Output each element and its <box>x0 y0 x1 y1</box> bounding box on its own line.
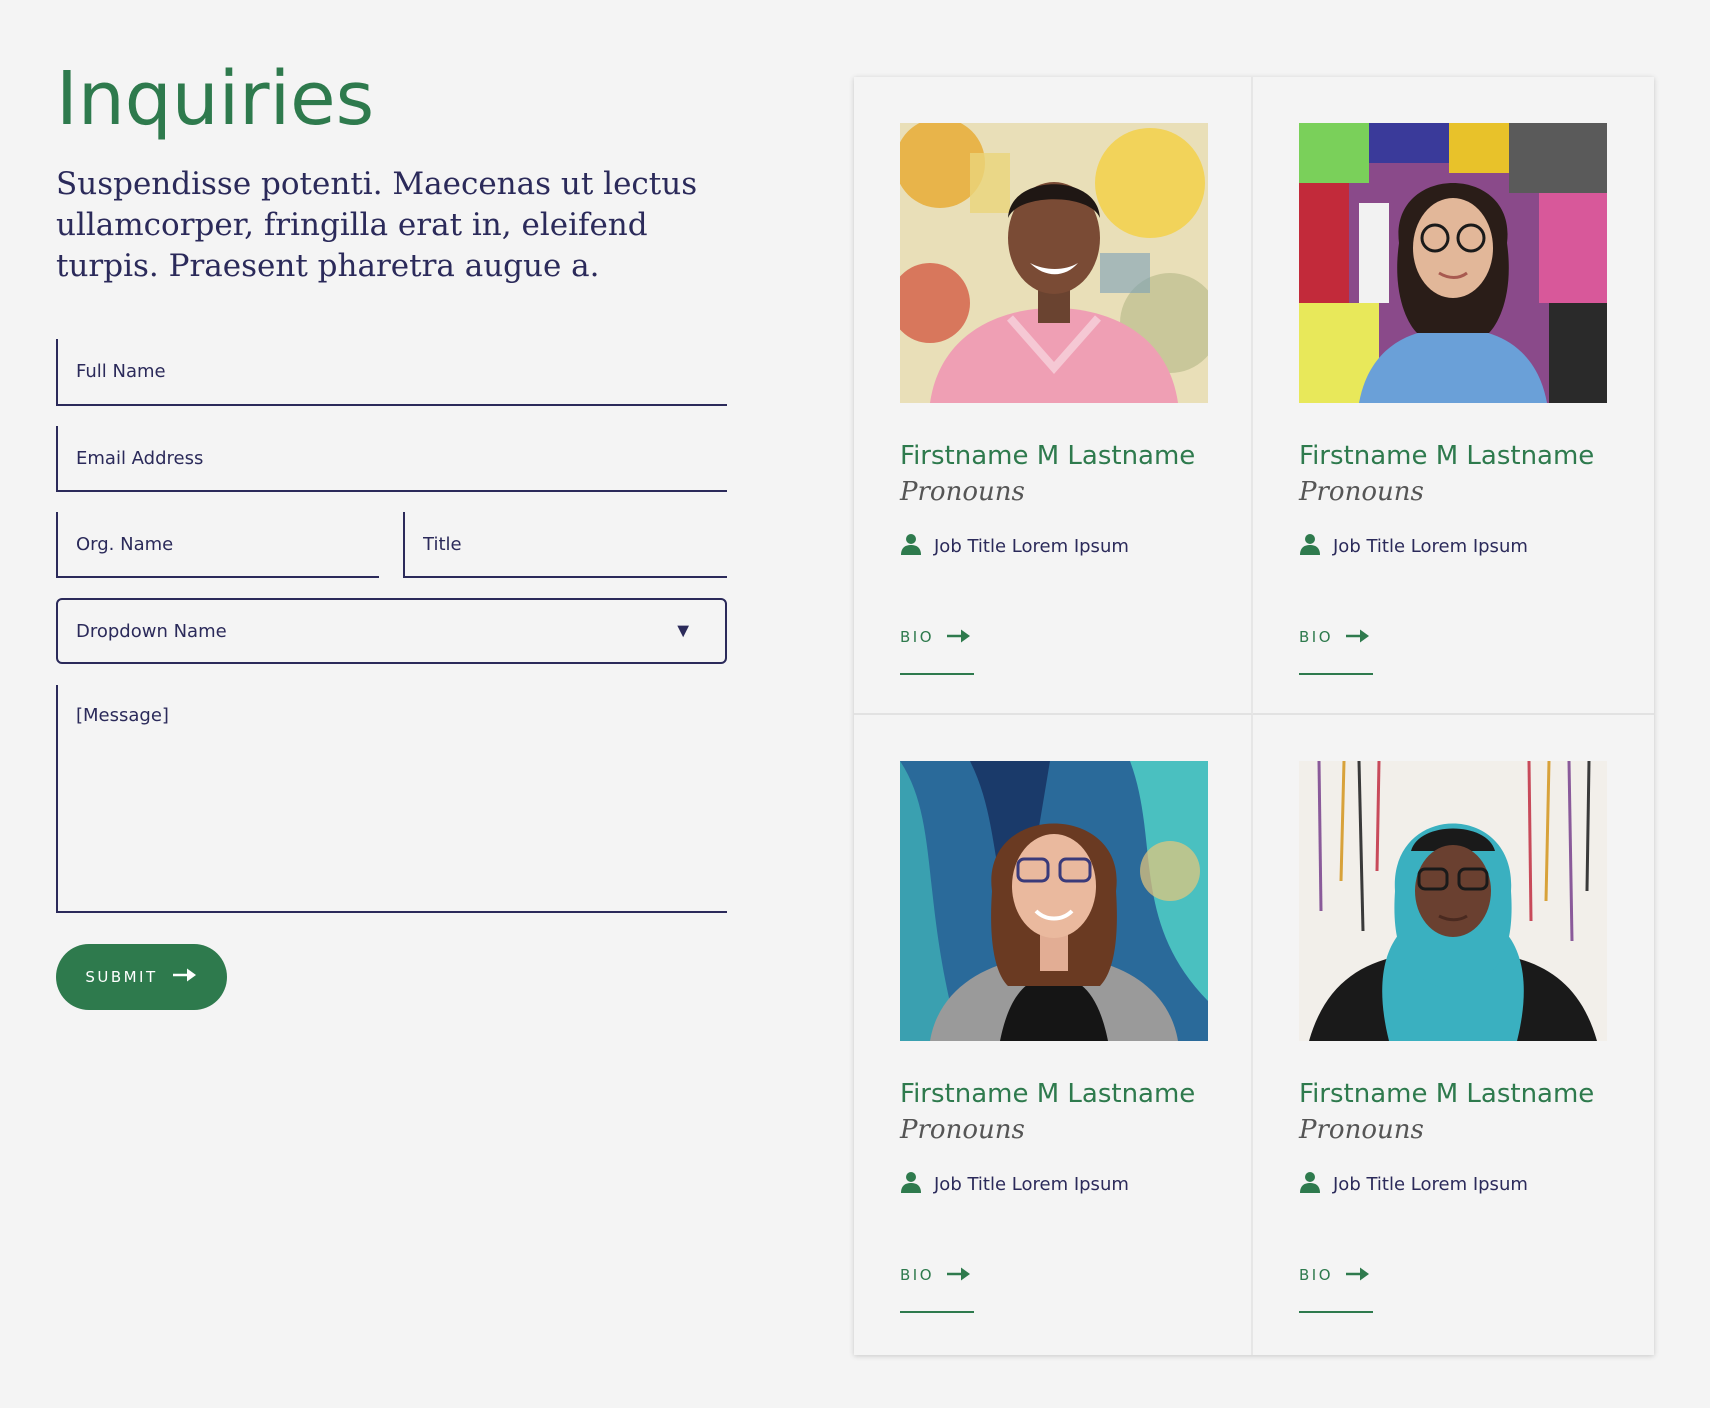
staff-card: Firstname M Lastname Pronouns Job Title … <box>854 715 1253 1355</box>
bio-label: BIO <box>900 628 935 646</box>
arrow-right-icon <box>946 1265 972 1288</box>
message-textarea[interactable] <box>58 685 727 911</box>
bio-label: BIO <box>1299 628 1334 646</box>
submit-button[interactable]: SUBMIT <box>56 944 227 1010</box>
staff-card: Firstname M Lastname Pronouns Job Title … <box>1253 715 1654 1355</box>
bio-label: BIO <box>900 1266 935 1284</box>
person-icon <box>900 1171 922 1198</box>
person-icon <box>1299 1171 1321 1198</box>
person-icon <box>1299 533 1321 560</box>
staff-photo <box>1299 123 1607 403</box>
staff-name: Firstname M Lastname <box>1299 441 1595 471</box>
staff-photo <box>900 761 1208 1041</box>
staff-job-title: Job Title Lorem Ipsum <box>934 1174 1129 1195</box>
title-input[interactable] <box>405 512 727 576</box>
bio-link[interactable]: BIO <box>1299 1265 1373 1313</box>
staff-pronouns: Pronouns <box>900 477 1025 507</box>
message-field-wrapper <box>56 685 727 913</box>
staff-pronouns: Pronouns <box>1299 1115 1424 1145</box>
bio-link[interactable]: BIO <box>900 627 974 675</box>
staff-job: Job Title Lorem Ipsum <box>900 1171 1129 1198</box>
bio-label: BIO <box>1299 1266 1334 1284</box>
bio-link[interactable]: BIO <box>900 1265 974 1313</box>
staff-card: Firstname M Lastname Pronouns Job Title … <box>854 77 1253 715</box>
staff-job-title: Job Title Lorem Ipsum <box>1333 1174 1528 1195</box>
full-name-input[interactable] <box>58 339 727 404</box>
intro-text: Suspendisse potenti. Maecenas ut lectus … <box>56 166 698 284</box>
staff-photo <box>1299 761 1607 1041</box>
full-name-field-wrapper <box>56 339 727 406</box>
staff-name: Firstname M Lastname <box>900 441 1196 471</box>
staff-grid: Firstname M Lastname Pronouns Job Title … <box>854 77 1654 1355</box>
staff-card: Firstname M Lastname Pronouns Job Title … <box>1253 77 1654 715</box>
bio-link[interactable]: BIO <box>1299 627 1373 675</box>
person-icon <box>900 533 922 560</box>
staff-name: Firstname M Lastname <box>900 1079 1196 1109</box>
staff-pronouns: Pronouns <box>1299 477 1424 507</box>
dropdown-select[interactable]: Dropdown Name ▼ <box>56 598 727 664</box>
email-field-wrapper <box>56 426 727 492</box>
staff-job: Job Title Lorem Ipsum <box>1299 533 1528 560</box>
staff-pronouns: Pronouns <box>900 1115 1025 1145</box>
staff-job-title: Job Title Lorem Ipsum <box>1333 536 1528 557</box>
staff-job: Job Title Lorem Ipsum <box>900 533 1129 560</box>
email-input[interactable] <box>58 426 727 490</box>
staff-job-title: Job Title Lorem Ipsum <box>934 536 1129 557</box>
arrow-right-icon <box>172 967 198 988</box>
page-title: Inquiries <box>56 56 375 142</box>
org-name-field-wrapper <box>56 512 379 578</box>
arrow-right-icon <box>946 627 972 650</box>
staff-photo <box>900 123 1208 403</box>
submit-label: SUBMIT <box>85 968 158 986</box>
chevron-down-icon: ▼ <box>673 619 693 642</box>
arrow-right-icon <box>1345 627 1371 650</box>
staff-job: Job Title Lorem Ipsum <box>1299 1171 1528 1198</box>
org-name-input[interactable] <box>58 512 379 576</box>
dropdown-label: Dropdown Name <box>76 620 227 642</box>
arrow-right-icon <box>1345 1265 1371 1288</box>
staff-name: Firstname M Lastname <box>1299 1079 1595 1109</box>
title-field-wrapper <box>403 512 727 578</box>
